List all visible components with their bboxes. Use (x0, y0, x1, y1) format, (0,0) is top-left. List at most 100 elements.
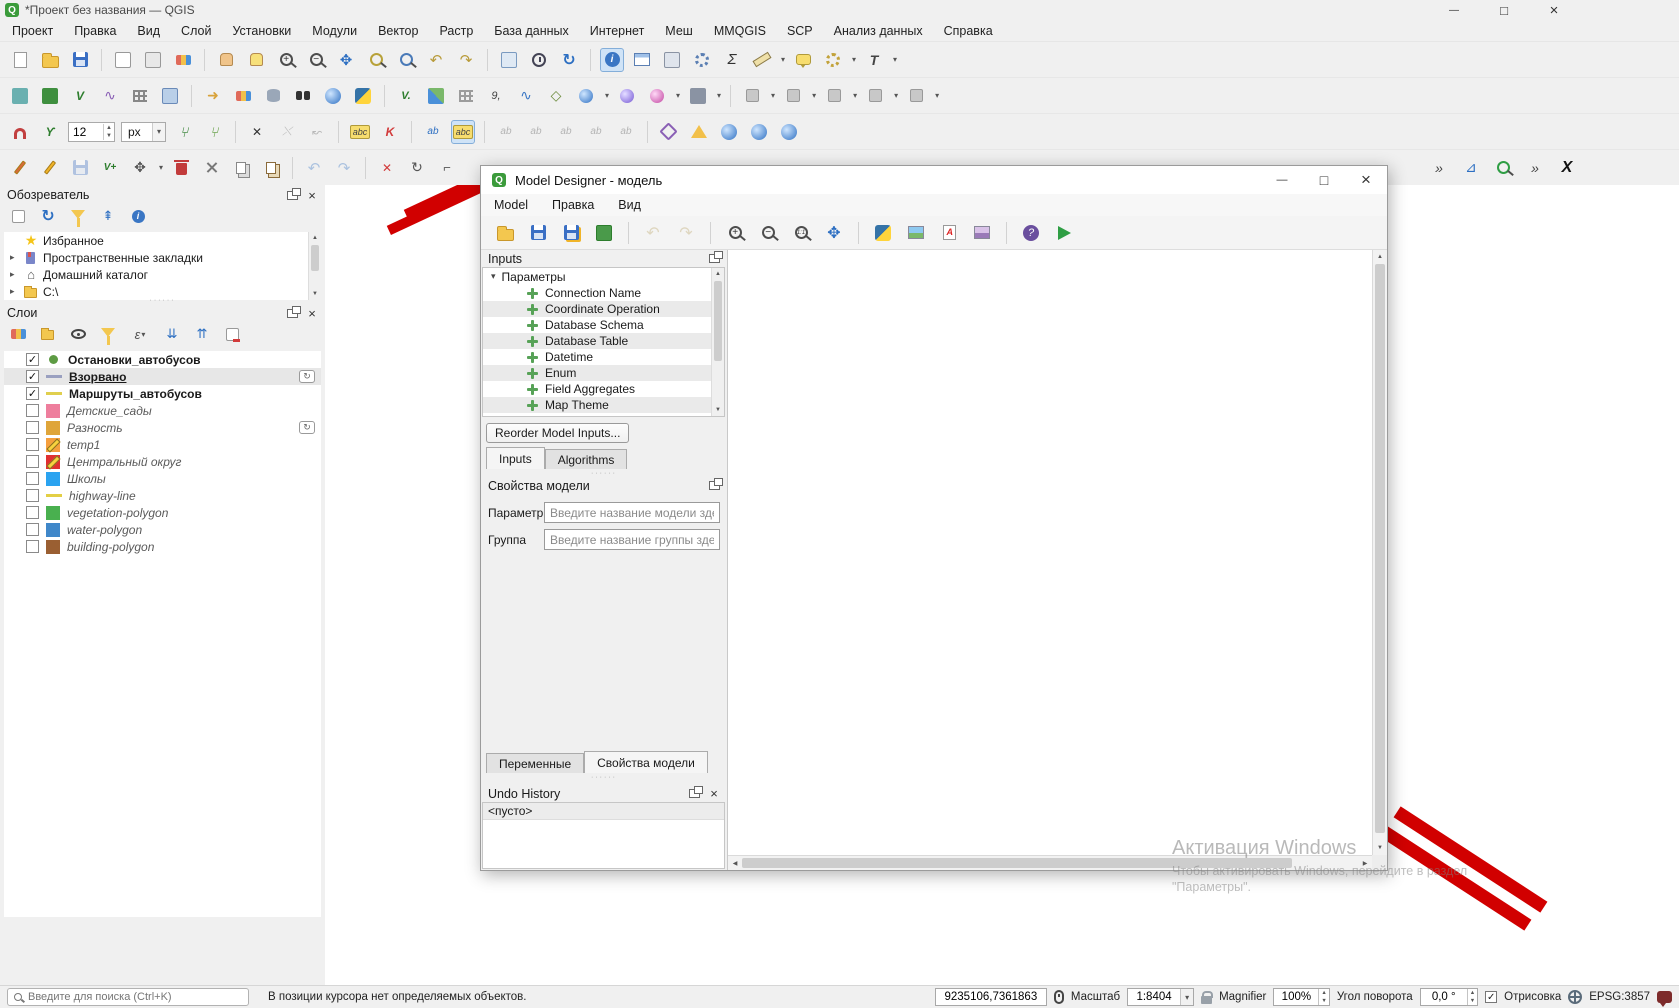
expander-icon[interactable] (491, 271, 496, 282)
layer-checkbox[interactable] (26, 370, 39, 383)
model-zoom-actual-icon[interactable] (789, 221, 813, 245)
browser-item-favorites[interactable]: Избранное (4, 232, 321, 249)
search-input[interactable] (28, 991, 242, 1003)
map-tips-icon[interactable] (791, 48, 815, 72)
new-geopackage-layer-icon[interactable] (38, 84, 62, 108)
add-selected-layers-icon[interactable] (8, 206, 28, 226)
close-button[interactable] (1541, 1, 1567, 19)
layer-row-vegetation-polygon[interactable]: vegetation-polygon (4, 504, 321, 521)
menu-view[interactable]: Вид (137, 24, 160, 38)
reorder-model-inputs-button[interactable]: Reorder Model Inputs... (486, 423, 629, 443)
expander-icon[interactable] (10, 286, 19, 297)
layer-row-highway-line[interactable]: highway-line (4, 487, 321, 504)
dialog-menu-view[interactable]: Вид (618, 198, 641, 212)
layer-labeling-icon[interactable] (348, 120, 372, 144)
browser-close-icon[interactable] (306, 189, 318, 201)
model-zoom-full-icon[interactable] (822, 221, 846, 245)
open-model-icon[interactable] (493, 221, 517, 245)
expand-all-icon[interactable] (162, 324, 182, 344)
metasearch-icon[interactable] (321, 84, 345, 108)
delete-selected-icon[interactable] (169, 156, 193, 180)
topology-branch-1-icon[interactable] (172, 120, 196, 144)
zoom-to-layer-icon[interactable] (394, 48, 418, 72)
spin-up-icon[interactable] (104, 124, 114, 132)
model-canvas[interactable] (727, 250, 1387, 870)
processing-search-icon[interactable] (1491, 156, 1515, 180)
layer-checkbox[interactable] (26, 472, 39, 485)
layer-diagram-icon[interactable] (378, 120, 402, 144)
snapping-magnet-icon[interactable] (8, 120, 32, 144)
rotation-spin[interactable] (1420, 988, 1478, 1006)
layer-row-bus-routes[interactable]: Маршруты_автобусов (4, 385, 321, 402)
undo-icon[interactable] (302, 156, 326, 180)
pan-to-selection-icon[interactable] (244, 48, 268, 72)
layer-checkbox[interactable] (26, 455, 39, 468)
measure-dropdown-icon[interactable] (781, 55, 785, 64)
scroll-up-icon[interactable] (1373, 250, 1387, 264)
layer-refresh-icon[interactable] (299, 370, 315, 383)
menu-vector[interactable]: Вектор (378, 24, 418, 38)
minimize-button[interactable] (1441, 1, 1467, 19)
processing-group-4-icon[interactable] (863, 84, 887, 108)
layer-checkbox[interactable] (26, 540, 39, 553)
web-globe-2-icon[interactable] (747, 120, 771, 144)
undo-empty-item[interactable]: <пусто> (483, 803, 724, 820)
paste-features-icon[interactable] (259, 156, 283, 180)
scale-combo[interactable] (1127, 988, 1194, 1006)
tab-inputs[interactable]: Inputs (486, 447, 545, 469)
label-curved-icon[interactable] (614, 120, 638, 144)
input-coordinate-operation[interactable]: Coordinate Operation (483, 301, 724, 317)
add-virtual-layer-icon[interactable] (544, 84, 568, 108)
scroll-right-icon[interactable] (1358, 856, 1372, 871)
merge-features-icon[interactable] (245, 120, 269, 144)
inputs-undock-icon[interactable] (709, 254, 720, 263)
zoom-to-selection-icon[interactable] (364, 48, 388, 72)
pan-map-icon[interactable] (214, 48, 238, 72)
layer-checkbox[interactable] (26, 489, 39, 502)
tab-algorithms[interactable]: Algorithms (545, 449, 628, 469)
browser-properties-icon[interactable] (128, 206, 148, 226)
undo-undock-icon[interactable] (689, 789, 700, 798)
pg5-dropdown-icon[interactable] (935, 91, 939, 100)
scroll-left-icon[interactable] (728, 856, 742, 871)
select-features-icon[interactable] (821, 48, 845, 72)
model-name-input[interactable] (544, 502, 720, 523)
color-tools-icon[interactable] (231, 84, 255, 108)
label-pin-icon[interactable] (421, 120, 445, 144)
input-datetime[interactable]: Datetime (483, 349, 724, 365)
browser-filter-icon[interactable] (68, 206, 88, 226)
export-as-svg-icon[interactable] (970, 221, 994, 245)
topology-branch-2-icon[interactable] (202, 120, 226, 144)
identify-features-icon[interactable] (600, 48, 624, 72)
project-save-icon[interactable] (68, 48, 92, 72)
input-database-table[interactable]: Database Table (483, 333, 724, 349)
refresh-map-icon[interactable] (557, 48, 581, 72)
dock-splitter[interactable] (0, 298, 325, 303)
menu-scp[interactable]: SCP (787, 24, 813, 38)
temporal-controller-icon[interactable] (527, 48, 551, 72)
dialog-maximize-button[interactable] (1303, 166, 1345, 194)
menu-edit[interactable]: Правка (74, 24, 116, 38)
db-manager-icon[interactable] (261, 84, 285, 108)
scroll-thumb[interactable] (1375, 264, 1385, 833)
scale-input[interactable] (1128, 991, 1180, 1003)
save-model-icon[interactable] (526, 221, 550, 245)
pg3-dropdown-icon[interactable] (853, 91, 857, 100)
rotation-input[interactable] (1421, 991, 1467, 1003)
input-enum[interactable]: Enum (483, 365, 724, 381)
add-postgis-layer-icon[interactable] (514, 84, 538, 108)
layer-row-exploded[interactable]: Взорвано (4, 368, 321, 385)
wms-dropdown-icon[interactable] (605, 91, 609, 100)
coordinates-input[interactable] (935, 988, 1047, 1006)
copy-features-icon[interactable] (229, 156, 253, 180)
export-as-image-icon[interactable] (904, 221, 928, 245)
toolbar-overflow-right-icon[interactable] (1523, 156, 1547, 180)
move-feature-icon[interactable] (128, 156, 152, 180)
layer-checkbox[interactable] (26, 438, 39, 451)
render-checkbox[interactable] (1485, 991, 1497, 1003)
model-properties-header[interactable]: Свойства модели (481, 477, 727, 494)
geometry-checker-icon[interactable] (687, 120, 711, 144)
scale-lock-icon[interactable] (1201, 996, 1212, 1004)
snap-tolerance-spin[interactable] (68, 122, 115, 142)
layers-close-icon[interactable] (306, 307, 318, 319)
